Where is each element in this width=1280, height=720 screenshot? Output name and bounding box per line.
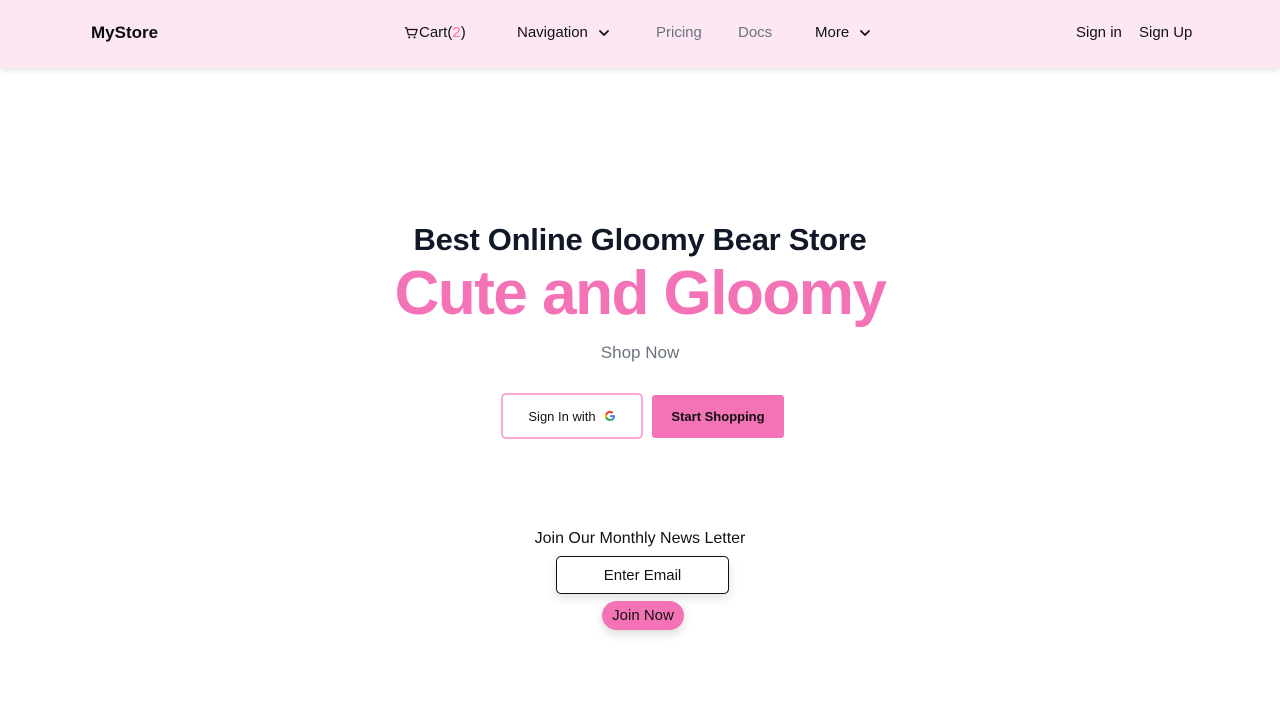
hero-title: Best Online Gloomy Bear Store [413,222,867,257]
cart-count-badge: 2 [452,24,461,41]
cart-close-paren: ) [460,24,466,41]
nav-link-pricing[interactable]: Pricing [656,24,702,41]
nav-link-docs[interactable]: Docs [738,24,772,41]
navbar: MyStore Cart(2) Navigation Pricing Docs … [0,0,1280,68]
cart-icon [404,26,418,38]
google-icon [604,410,615,421]
chevron-down-icon [598,29,609,36]
sign-in-link[interactable]: Sign in [1076,24,1122,41]
cart-link[interactable]: Cart(2) [404,24,466,41]
brand-logo[interactable]: MyStore [91,23,158,43]
more-dropdown[interactable]: More [815,24,871,41]
more-label: More [815,24,850,41]
join-now-button[interactable]: Join Now [602,601,684,630]
google-button-label: Sign In with [528,408,596,424]
newsletter-label: Join Our Monthly News Letter [534,530,746,547]
hero-tagline: Shop Now [600,343,680,362]
email-input[interactable] [556,556,729,594]
cart-label: Cart [419,24,448,41]
start-shopping-button[interactable]: Start Shopping [652,395,784,438]
sign-up-link[interactable]: Sign Up [1139,24,1192,41]
sign-in-with-google-button[interactable]: Sign In with [501,393,643,439]
navigation-dropdown[interactable]: Navigation [517,24,610,41]
chevron-down-icon [860,29,871,36]
hero-subtitle: Cute and Gloomy [394,259,887,328]
navigation-label: Navigation [517,24,588,41]
